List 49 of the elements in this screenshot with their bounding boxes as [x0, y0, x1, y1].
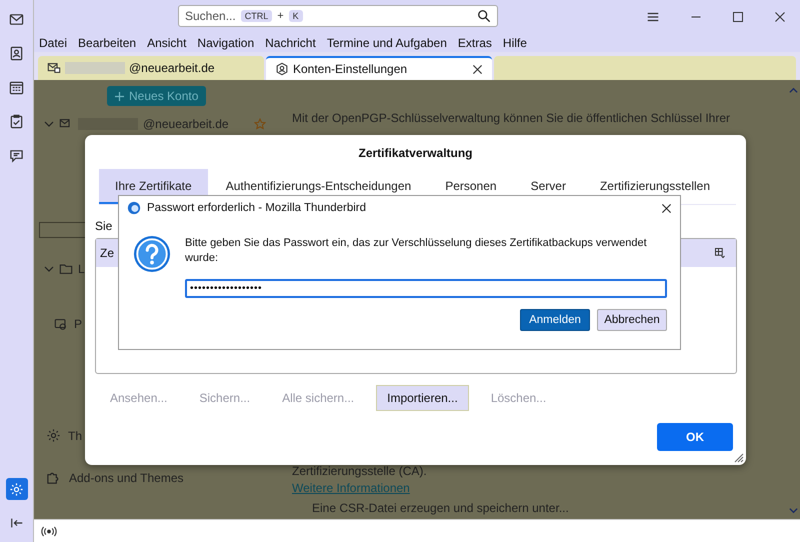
- close-icon[interactable]: [661, 202, 672, 214]
- menu-icon[interactable]: [646, 10, 660, 24]
- chevron-down-icon[interactable]: [44, 119, 54, 129]
- search-icon[interactable]: [477, 9, 491, 23]
- search-field[interactable]: Suchen... CTRL + K: [178, 5, 498, 27]
- menu-item[interactable]: Extras: [458, 36, 492, 50]
- menu-item[interactable]: Hilfe: [502, 36, 527, 50]
- folder-icon: [59, 262, 73, 276]
- menu-item[interactable]: Ansicht: [147, 36, 186, 50]
- password-field[interactable]: ••••••••••••••••••: [185, 279, 667, 298]
- dialog-title: Zertifikatverwaltung: [357, 146, 474, 160]
- account-settings-icon: [275, 62, 289, 76]
- star-icon[interactable]: [254, 118, 266, 130]
- intro-text: Mit der OpenPGP-Schlüsselverwaltung können Sie die öffentlichen Schlüssel Ihrer: [292, 111, 732, 125]
- chevron-down-icon[interactable]: [44, 264, 54, 274]
- dialog-title: Passwort erforderlich - Mozilla Thunderbird: [147, 202, 366, 214]
- close-icon[interactable]: [472, 64, 483, 74]
- account-icon: [47, 61, 61, 75]
- key-hint: CTRL: [240, 10, 272, 22]
- tab-label: @neuearbeit.de: [129, 61, 215, 75]
- menu-item[interactable]: Datei: [39, 36, 68, 50]
- key-joiner: +: [277, 10, 284, 22]
- close-icon[interactable]: [774, 11, 786, 23]
- app-logo-icon: [127, 201, 141, 215]
- column-picker-icon[interactable]: [714, 247, 726, 259]
- dialog-button[interactable]: Importieren...: [376, 385, 469, 411]
- dialog-button[interactable]: Abbrechen: [597, 309, 667, 331]
- online-status-icon[interactable]: [40, 526, 58, 536]
- resize-grip-icon[interactable]: [734, 453, 744, 463]
- ok-button[interactable]: OK: [657, 423, 733, 451]
- tab[interactable]: @neuearbeit.de: [38, 56, 264, 80]
- menu-item[interactable]: Termine und Aufgaben: [326, 36, 447, 50]
- tab[interactable]: Konten-Einstellungen: [266, 56, 492, 80]
- maximize-icon[interactable]: [732, 11, 744, 23]
- tab-label: Konten-Einstellungen: [293, 62, 408, 76]
- scroll-up-icon[interactable]: [788, 86, 798, 95]
- puzzle-icon: [46, 470, 61, 485]
- menu-item[interactable]: Navigation: [197, 36, 254, 50]
- prompt-text: Bitte geben Sie das Passwort ein, das zur Verschlüsselung dieses Zertifikatbackups verwendet wurde:: [185, 236, 648, 266]
- menu-item[interactable]: Bearbeiten: [78, 36, 136, 50]
- column-label: Ze: [100, 246, 114, 260]
- scroll-down-icon[interactable]: [788, 506, 798, 515]
- description-text: Sie: [95, 219, 112, 233]
- menu-item[interactable]: Nachricht: [265, 36, 316, 50]
- plus-icon: [115, 92, 124, 100]
- question-icon: [133, 235, 171, 273]
- ca-text: Zertifizierungsstelle (CA).: [292, 464, 428, 478]
- key-hint: K: [288, 10, 303, 22]
- dialog-button[interactable]: Anmelden: [520, 309, 590, 331]
